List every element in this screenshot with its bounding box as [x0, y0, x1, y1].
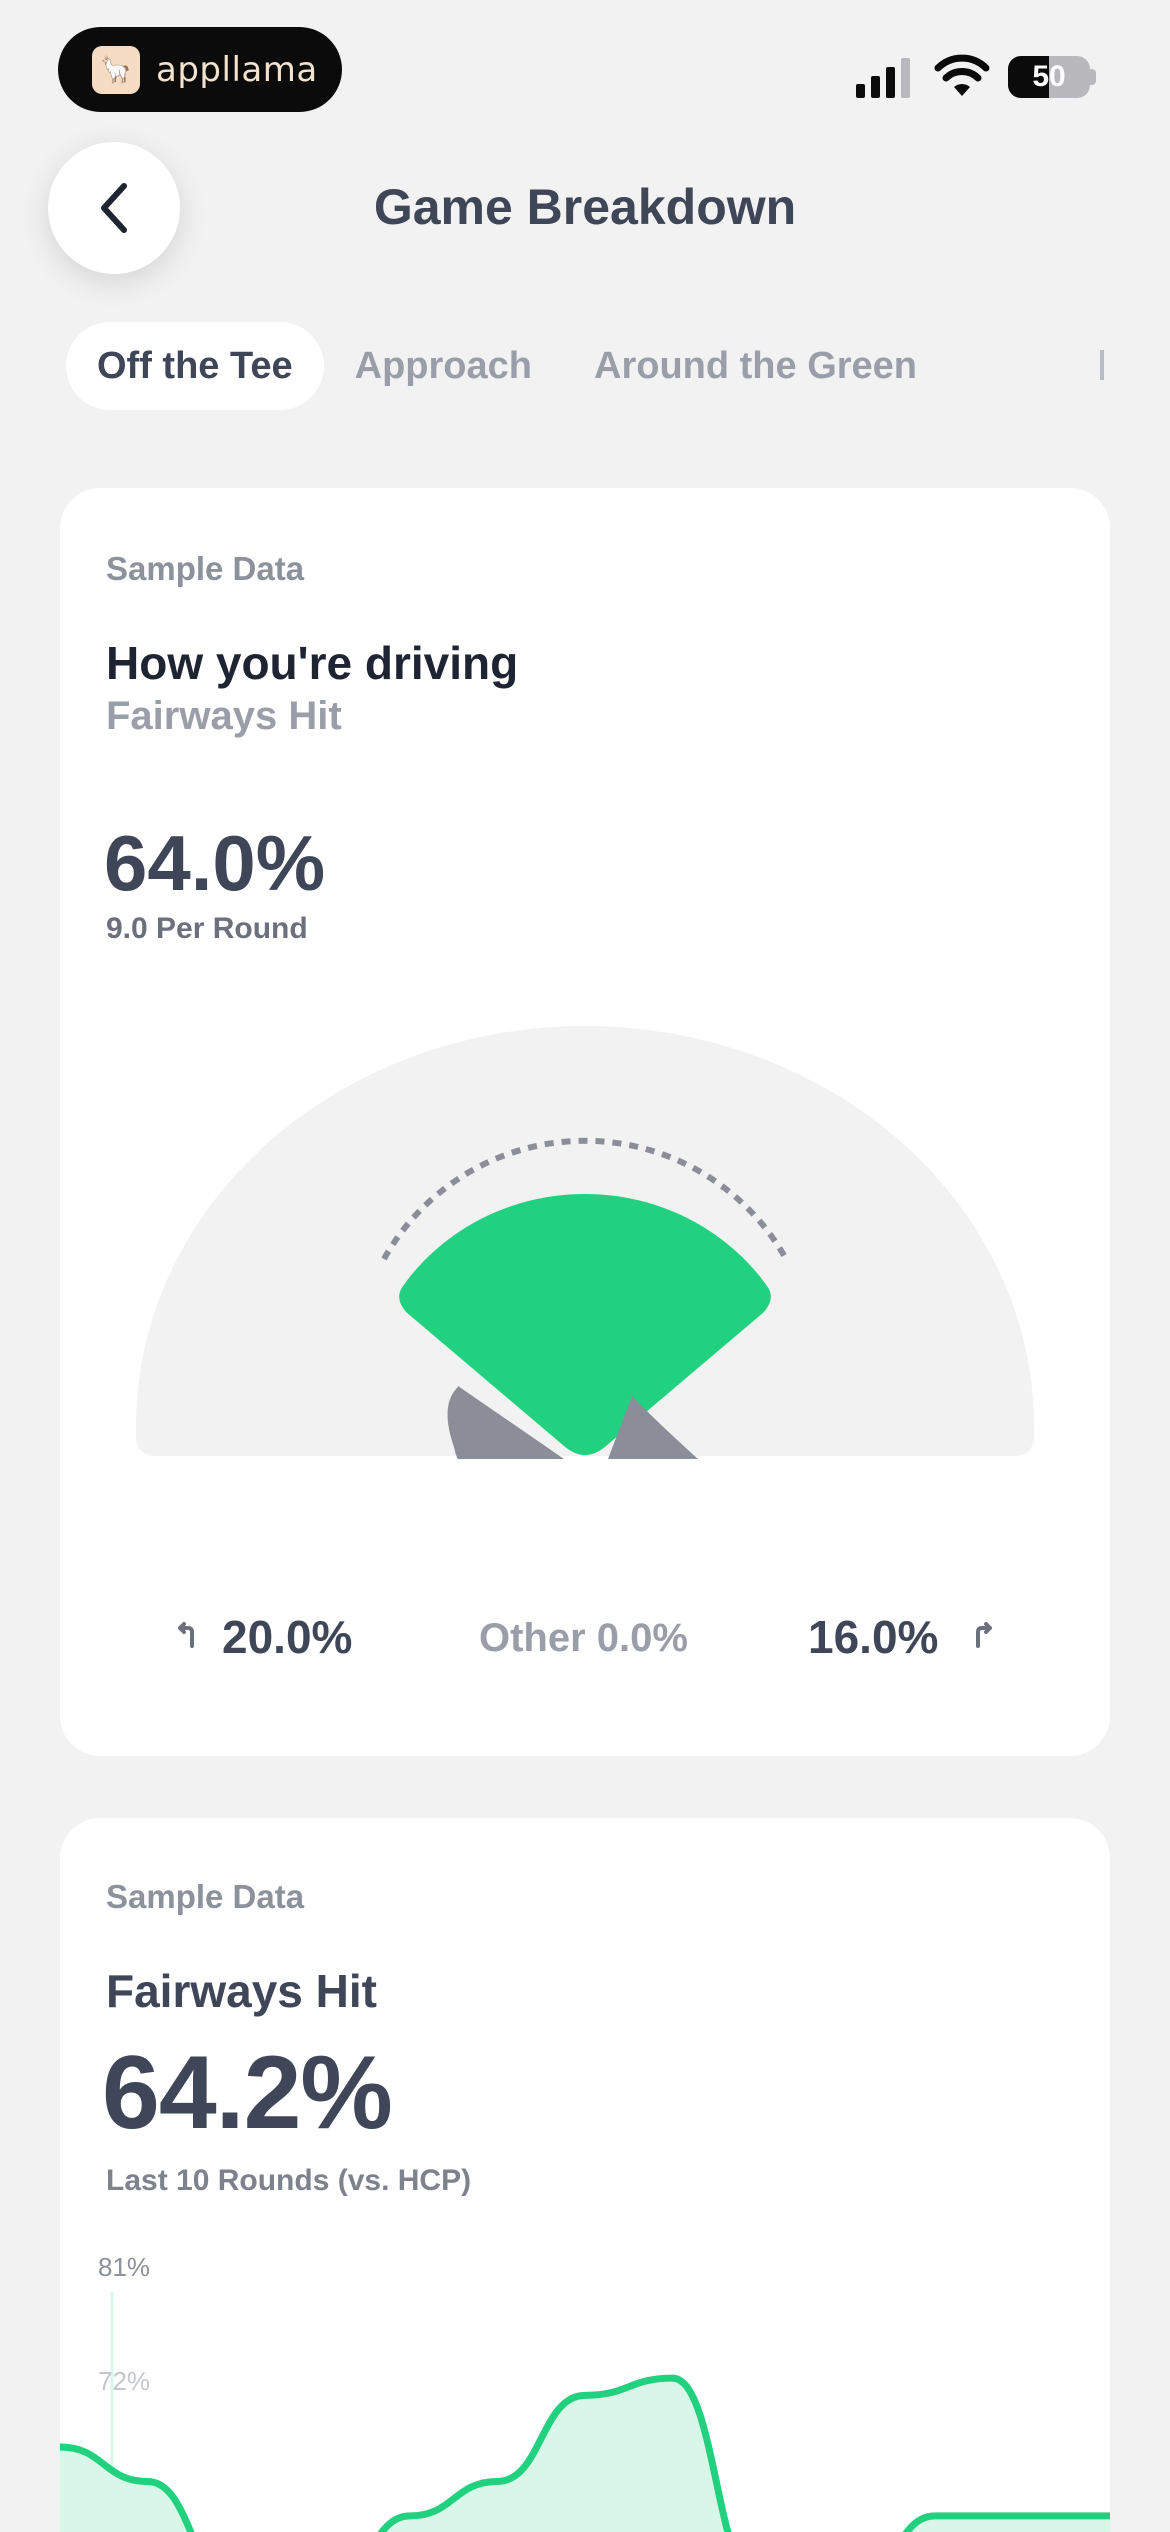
- miss-left-percent: 20.0%: [222, 1611, 353, 1663]
- app-badge-label: appllama: [156, 49, 318, 90]
- miss-other-percent: Other 0.0%: [479, 1616, 688, 1660]
- page-title: Game Breakdown: [373, 179, 797, 235]
- battery-indicator: 50: [1008, 56, 1090, 98]
- tab-off-the-tee[interactable]: Off the Tee: [66, 322, 324, 410]
- cellular-signal-icon: [856, 58, 910, 98]
- wifi-icon: [934, 54, 990, 96]
- tab-approach[interactable]: Approach: [324, 322, 563, 410]
- y-axis-label-mid: 72%: [98, 2366, 151, 2396]
- category-tabs: Off the Tee Approach Around the Green: [66, 322, 948, 410]
- sample-data-tag-2: Sample Data: [106, 1878, 305, 1915]
- per-round-value: 9.0 Per Round: [106, 912, 308, 945]
- fairways-card-title: Fairways Hit: [106, 1965, 377, 2017]
- fairway-graphic: [136, 1026, 1034, 1460]
- miss-right-percent: 16.0%: [808, 1611, 939, 1663]
- battery-tip: [1090, 69, 1096, 85]
- y-axis-label-top: 81%: [98, 2252, 151, 2282]
- llama-logo-icon: 🦙: [92, 45, 140, 94]
- tab-overflow-indicator: [1100, 350, 1104, 380]
- arrow-up-left-icon: [178, 1622, 194, 1648]
- driving-card-title: How you're driving: [106, 637, 519, 689]
- tab-around-the-green[interactable]: Around the Green: [563, 322, 948, 410]
- fairways-card-subtitle: Last 10 Rounds (vs. HCP): [106, 2164, 472, 2197]
- arrow-up-right-icon: [976, 1622, 992, 1648]
- trend-chart: [60, 2292, 1110, 2532]
- fairway-percent: 64.0%: [104, 819, 326, 907]
- driving-card-subtitle: Fairways Hit: [106, 694, 342, 738]
- sample-data-tag: Sample Data: [106, 550, 305, 587]
- app-badge[interactable]: 🦙 appllama: [58, 27, 342, 112]
- battery-level: 50: [1032, 60, 1066, 93]
- fairways-value: 64.2%: [102, 2035, 393, 2151]
- trend-area: [60, 2378, 1110, 2532]
